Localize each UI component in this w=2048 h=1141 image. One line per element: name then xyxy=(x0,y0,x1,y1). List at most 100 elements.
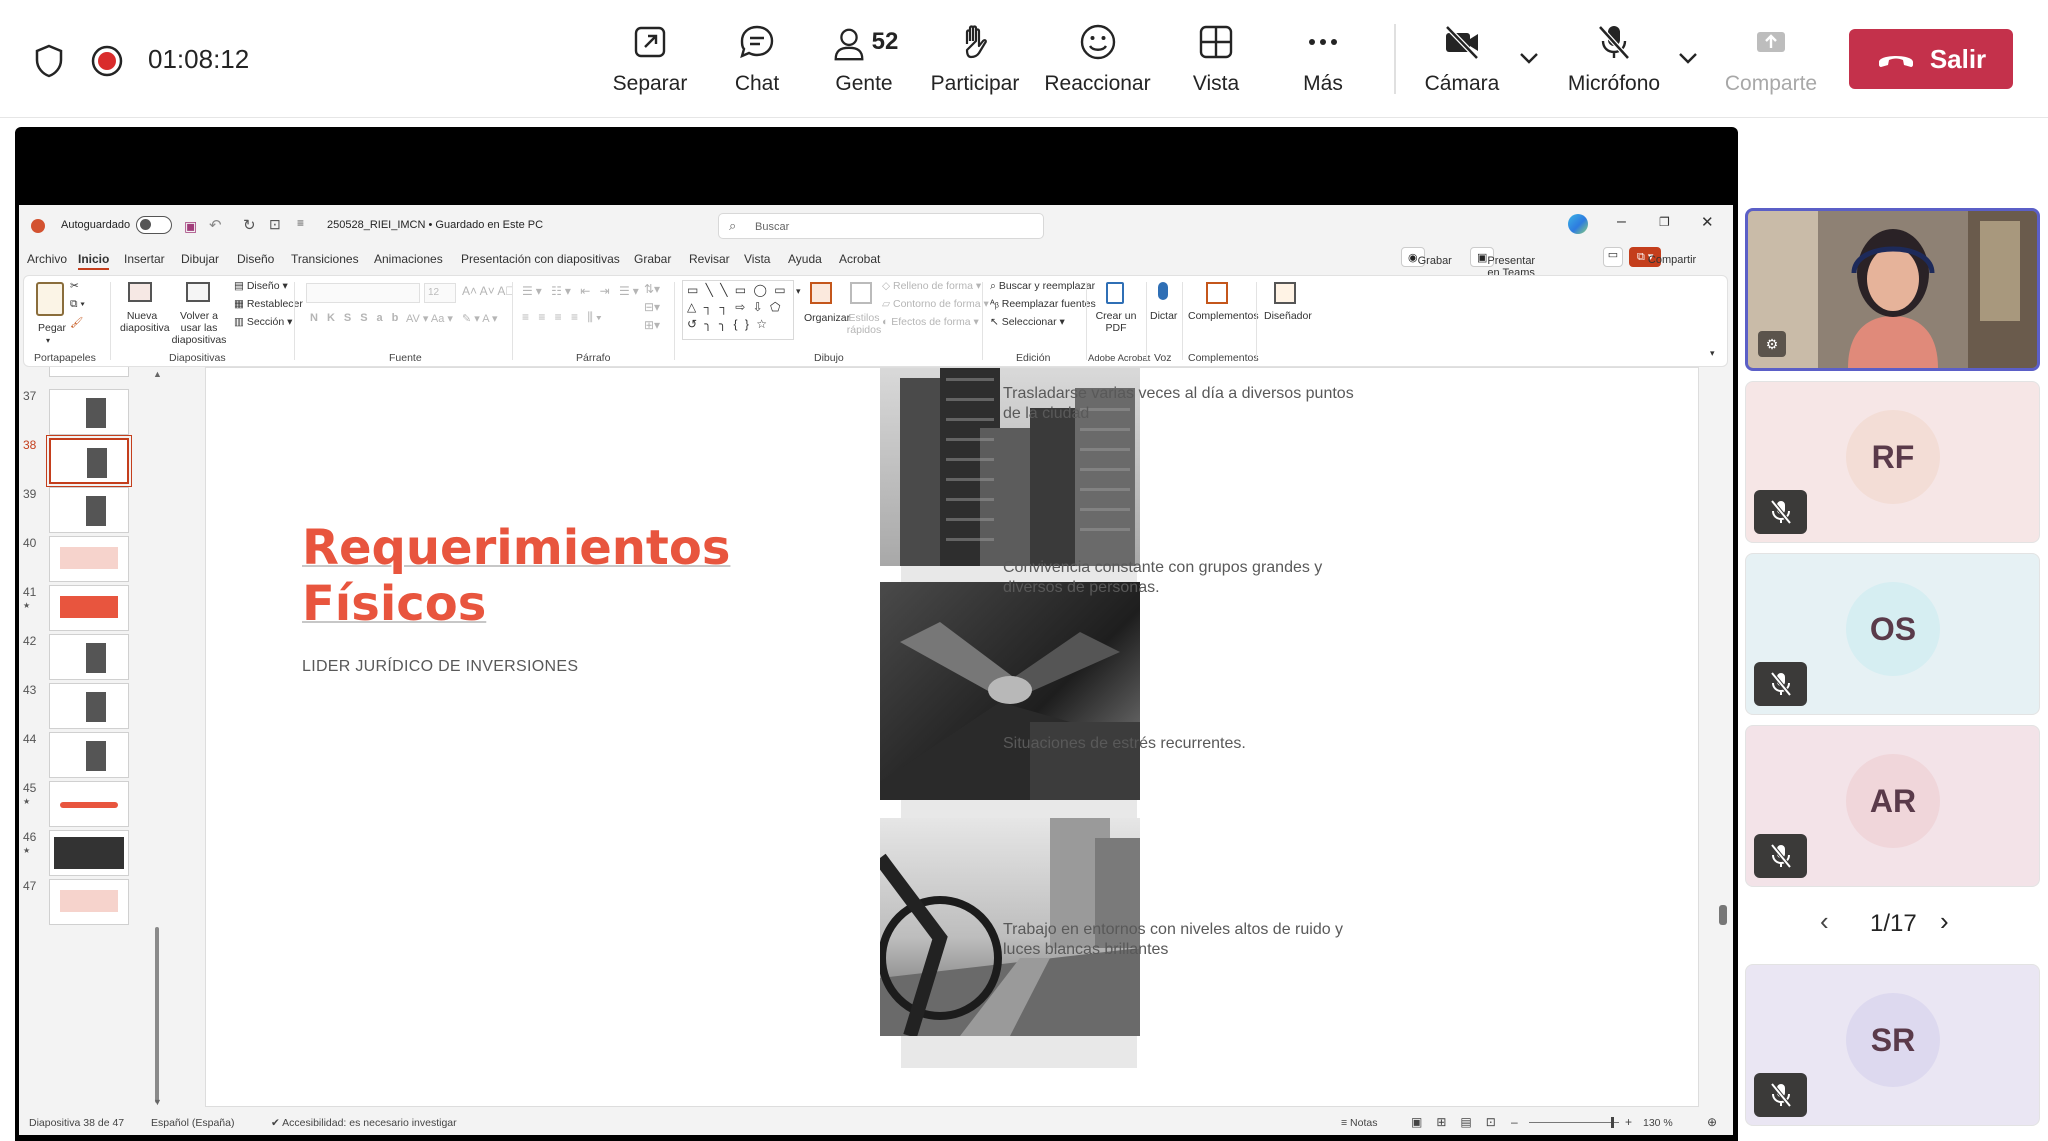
tab-grabar[interactable]: Grabar xyxy=(634,252,671,266)
slide-canvas[interactable]: Requerimientos Físicos LIDER JURÍDICO DE… xyxy=(205,367,1699,1107)
smartart-icon[interactable]: ⊞▾ xyxy=(644,318,660,332)
self-video-tile[interactable]: ⚙ xyxy=(1745,208,2040,371)
shape-effects-button[interactable]: ◐ Efectos de forma ▾ xyxy=(882,316,979,328)
undo-icon[interactable]: ↶ xyxy=(209,216,222,234)
quick-styles-label[interactable]: Estilos rápidos xyxy=(844,312,884,336)
zoom-level[interactable]: 130 % xyxy=(1643,1117,1673,1129)
slide-thumbnail[interactable] xyxy=(49,389,129,435)
dictate-icon[interactable] xyxy=(1158,282,1168,300)
scroll-up-icon[interactable]: ▲ xyxy=(153,369,162,379)
shape-fill-button[interactable]: ◇ Relleno de forma ▾ xyxy=(882,280,981,292)
tab-presentacion[interactable]: Presentación con diapositivas xyxy=(461,252,620,266)
camera-chevron-icon[interactable] xyxy=(1518,50,1540,71)
tab-archivo[interactable]: Archivo xyxy=(27,252,67,266)
designer-label[interactable]: Diseñador xyxy=(1264,310,1312,322)
more-button[interactable]: Más xyxy=(1273,18,1373,102)
reset-button[interactable]: ▦ Restablecer xyxy=(234,298,303,310)
comments-icon[interactable]: ▭ xyxy=(1603,247,1623,267)
slide-thumbnail[interactable] xyxy=(49,732,129,778)
language-status[interactable]: Español (España) xyxy=(151,1117,234,1129)
zoom-out-icon[interactable]: – xyxy=(1511,1115,1518,1129)
close-icon[interactable]: ✕ xyxy=(1701,213,1714,231)
slide-thumbnail[interactable] xyxy=(49,634,129,680)
view-buttons[interactable]: ▣⊞▤⊡ xyxy=(1411,1115,1510,1129)
record-button[interactable]: ◉ Grabar xyxy=(1401,247,1452,267)
tab-ayuda[interactable]: Ayuda xyxy=(788,252,822,266)
search-box[interactable]: ⌕ Buscar xyxy=(718,213,1044,239)
zoom-in-icon[interactable]: + xyxy=(1625,1115,1632,1129)
slide-scrollbar[interactable] xyxy=(1719,905,1727,925)
tab-animaciones[interactable]: Animaciones xyxy=(374,252,443,266)
reuse-slides-icon[interactable] xyxy=(186,282,210,302)
scroll-down-icon[interactable]: ▼ xyxy=(153,1097,162,1107)
present-in-teams-button[interactable]: ▣ Presentar en Teams xyxy=(1470,247,1535,279)
thumbnail-partial[interactable] xyxy=(49,367,129,377)
shapes-gallery-more-icon[interactable]: ▾ xyxy=(796,286,801,297)
notes-button[interactable]: ≡ Notas xyxy=(1341,1117,1377,1129)
font-grow-icon[interactable]: A˄ A˅ A⃠ xyxy=(462,284,514,298)
thumbnail-scrollbar[interactable] xyxy=(155,927,159,1103)
font-color-icon[interactable]: ✎ ▾ A ▾ xyxy=(462,312,498,325)
paste-chevron-icon[interactable]: ▾ xyxy=(46,336,50,345)
font-size-field[interactable]: 12 xyxy=(424,283,456,303)
font-family-field[interactable] xyxy=(306,283,420,303)
camera-button[interactable]: Cámara xyxy=(1412,18,1512,102)
slide-thumbnail[interactable] xyxy=(46,435,132,487)
new-slide-label[interactable]: Nueva diapositiva xyxy=(120,310,170,334)
arrange-icon[interactable] xyxy=(810,282,832,304)
addins-icon[interactable] xyxy=(1206,282,1228,304)
create-pdf-label[interactable]: Crear un PDF xyxy=(1094,310,1138,334)
react-button[interactable]: Reaccionar xyxy=(1040,18,1155,102)
shield-icon[interactable] xyxy=(34,44,64,83)
customize-toolbar-icon[interactable]: ≡ xyxy=(297,216,304,230)
minimize-icon[interactable]: – xyxy=(1617,213,1626,231)
slide-thumbnail[interactable] xyxy=(49,585,129,631)
tab-inicio[interactable]: Inicio xyxy=(78,252,110,270)
save-icon[interactable]: ▣ xyxy=(184,218,197,235)
slide-thumbnail[interactable] xyxy=(49,487,129,533)
mic-button[interactable]: Micrófono xyxy=(1558,18,1670,102)
document-filename[interactable]: 250528_RIEI_IMCN • Guardado en Este PC xyxy=(327,219,543,231)
accessibility-status[interactable]: ✔ Accesibilidad: es necesario investigar xyxy=(271,1117,457,1129)
char-spacing-icon[interactable]: AV ▾ Aa ▾ xyxy=(406,312,453,325)
present-from-start-icon[interactable]: ⊡ xyxy=(269,216,281,233)
addins-label[interactable]: Complementos xyxy=(1188,310,1259,322)
cut-icon[interactable]: ✂ xyxy=(70,280,79,292)
tab-vista[interactable]: Vista xyxy=(744,252,770,266)
participant-tile[interactable]: RF xyxy=(1745,381,2040,543)
slide-thumbnail[interactable] xyxy=(49,830,129,876)
copilot-icon[interactable] xyxy=(1568,214,1588,234)
tab-acrobat[interactable]: Acrobat xyxy=(839,252,880,266)
next-page-icon[interactable]: › xyxy=(1940,906,1949,937)
reuse-slides-label[interactable]: Volver a usar las diapositivas xyxy=(169,310,229,346)
video-settings-icon[interactable]: ⚙ xyxy=(1758,331,1786,357)
share-button[interactable]: Comparte xyxy=(1715,18,1827,102)
align-text-icon[interactable]: ⊟▾ xyxy=(644,300,660,314)
leave-button[interactable]: Salir xyxy=(1849,29,2013,89)
list-icons[interactable]: ☰▾ ☷▾ ⇤ ⇥ ☰▾ xyxy=(522,284,642,298)
ribbon-collapse-icon[interactable]: ▾ xyxy=(1710,348,1715,359)
tab-insertar[interactable]: Insertar xyxy=(124,252,165,266)
zoom-slider-thumb[interactable] xyxy=(1611,1117,1614,1128)
tab-transiciones[interactable]: Transiciones xyxy=(291,252,359,266)
format-painter-icon[interactable]: 🖌 xyxy=(70,316,83,329)
dictate-label[interactable]: Dictar xyxy=(1150,310,1177,322)
raise-hand-button[interactable]: Participar xyxy=(925,18,1025,102)
paste-icon[interactable] xyxy=(36,282,64,316)
participant-tile[interactable]: SR xyxy=(1745,964,2040,1126)
redo-icon[interactable]: ↻ xyxy=(243,216,256,234)
shape-outline-button[interactable]: ▱ Contorno de forma ▾ xyxy=(882,298,989,310)
prev-page-icon[interactable]: ‹ xyxy=(1820,906,1829,937)
mic-chevron-icon[interactable] xyxy=(1677,50,1699,71)
share-doc-button[interactable]: ⧉ Compartir ▾ xyxy=(1629,247,1696,267)
chat-button[interactable]: Chat xyxy=(707,18,807,102)
slide-thumbnail[interactable] xyxy=(49,781,129,827)
view-button[interactable]: Vista xyxy=(1166,18,1266,102)
tab-revisar[interactable]: Revisar xyxy=(689,252,730,266)
create-pdf-icon[interactable] xyxy=(1106,282,1124,304)
paste-label[interactable]: Pegar xyxy=(38,322,66,334)
autosave-toggle[interactable] xyxy=(136,216,172,234)
new-slide-icon[interactable] xyxy=(128,282,152,302)
zoom-slider[interactable] xyxy=(1529,1122,1619,1123)
restore-icon[interactable]: ❐ xyxy=(1659,215,1670,229)
